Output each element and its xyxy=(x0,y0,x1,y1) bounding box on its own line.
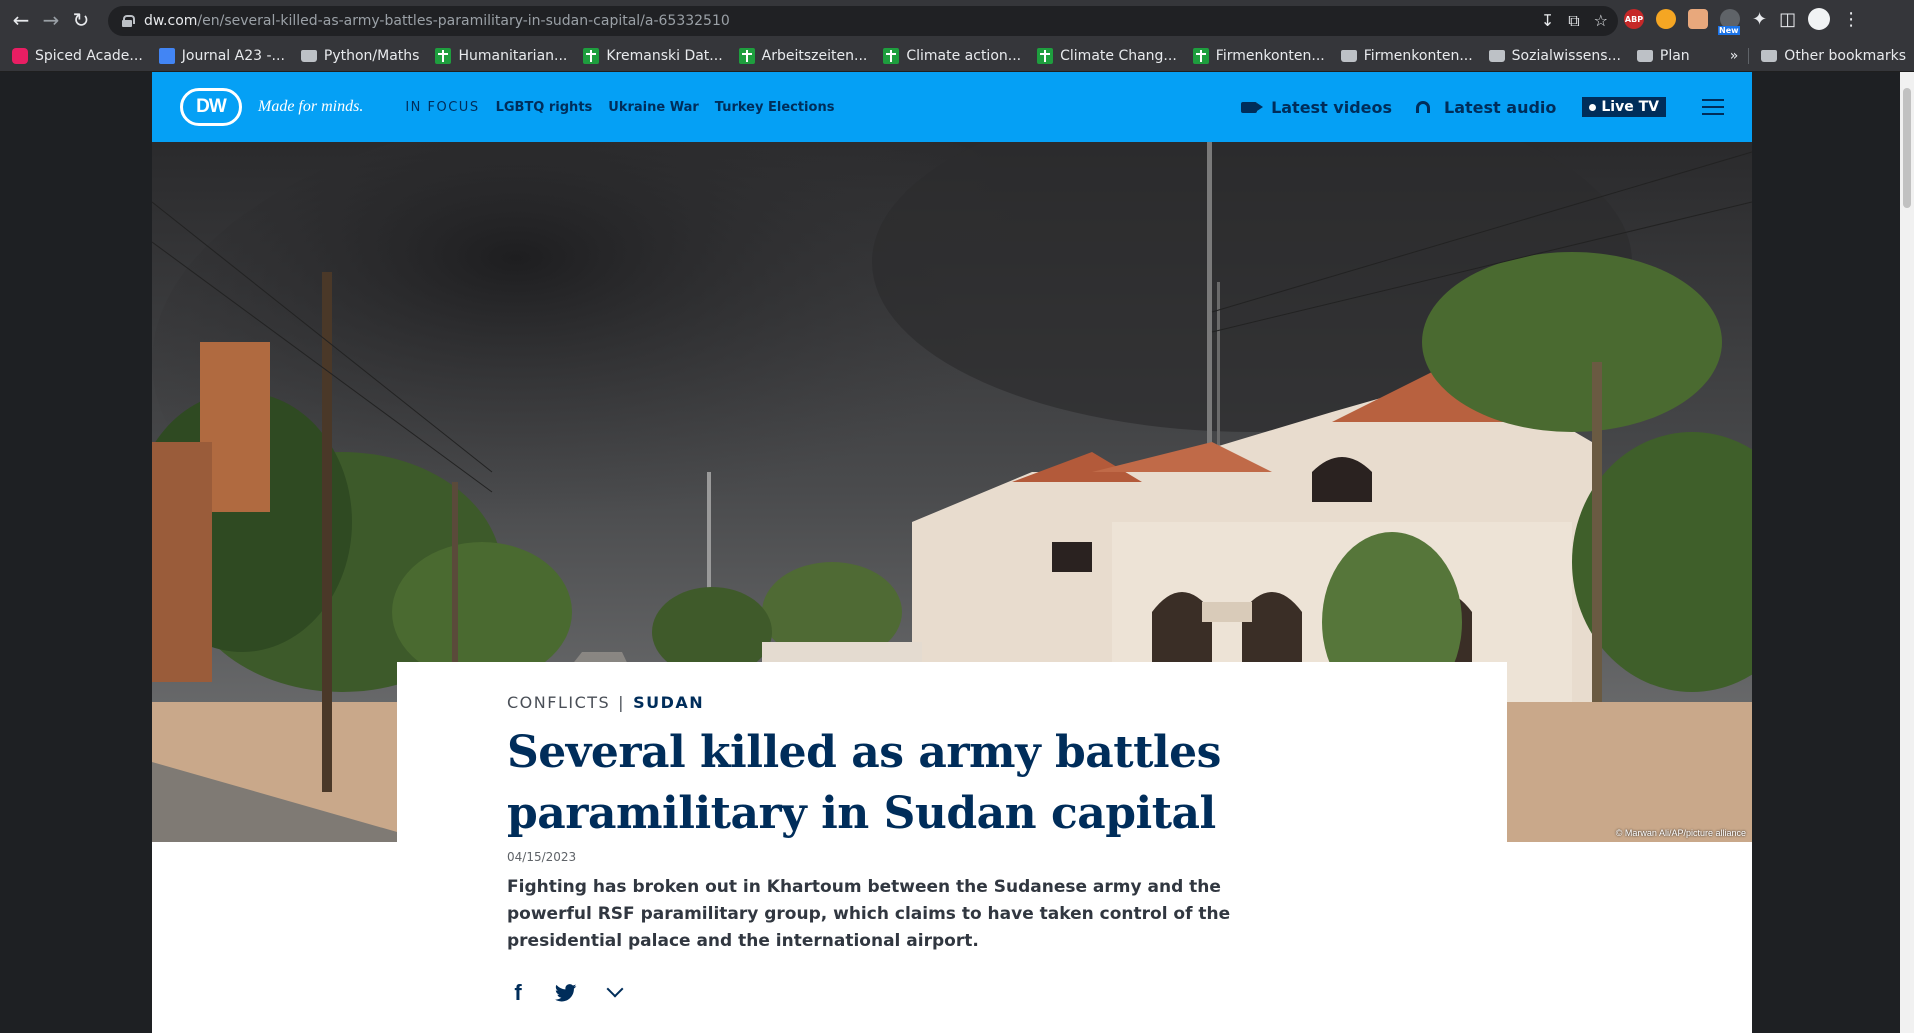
sheets-icon xyxy=(1037,47,1054,64)
cookie-extension-icon[interactable] xyxy=(1656,9,1676,29)
site-header: DW Made for minds. IN FOCUS LGBTQ rights… xyxy=(152,72,1752,142)
live-tv-button[interactable]: Live TV xyxy=(1582,97,1666,117)
more-bookmarks-chevron-icon[interactable]: » xyxy=(1730,48,1739,64)
folder-icon xyxy=(300,49,317,62)
photo-credit: © Marwan Ali/AP/picture alliance xyxy=(1615,828,1746,838)
kicker-separator: | xyxy=(618,693,626,712)
article-kicker: CONFLICTS | SUDAN xyxy=(507,693,704,712)
more-menu-icon[interactable]: ⋮ xyxy=(1842,9,1860,30)
bookmark-item[interactable]: Climate Chang... xyxy=(1037,47,1177,64)
tagline: Made for minds. xyxy=(258,98,364,115)
share-bar: f xyxy=(507,980,624,1006)
extension-new-icon[interactable]: New xyxy=(1718,9,1740,35)
page-viewport: DW Made for minds. IN FOCUS LGBTQ rights… xyxy=(0,72,1914,1033)
folder-icon xyxy=(1636,49,1653,62)
bookmark-item[interactable]: Spiced Acade... xyxy=(12,47,143,64)
bookmarks-bar: Spiced Acade... Journal A23 -... Python/… xyxy=(0,40,1914,72)
forward-arrow-icon[interactable]: → xyxy=(36,5,66,35)
dw-page: DW Made for minds. IN FOCUS LGBTQ rights… xyxy=(152,72,1752,1033)
article-header: CONFLICTS | SUDAN Several killed as army b… xyxy=(397,662,1507,1033)
folder-icon xyxy=(1761,49,1778,62)
publish-date: 04/15/2023 xyxy=(507,850,577,864)
bookmark-item[interactable]: Climate action... xyxy=(883,47,1021,64)
url-path: /en/several-killed-as-army-battles-param… xyxy=(197,13,730,29)
lock-icon xyxy=(122,15,135,27)
folder-icon xyxy=(1488,49,1505,62)
scroll-thumb[interactable] xyxy=(1903,88,1911,208)
tag-label[interactable]: SUDAN xyxy=(633,693,704,712)
puzzle-extensions-icon[interactable]: ✦ xyxy=(1752,9,1767,30)
headphones-icon xyxy=(1416,101,1431,113)
sheets-icon xyxy=(435,47,452,64)
bookmark-folder[interactable]: Sozialwissens... xyxy=(1488,48,1621,64)
more-share-chevron-icon[interactable] xyxy=(606,980,624,998)
bookmark-item[interactable]: Arbeitszeiten... xyxy=(738,47,867,64)
bookmark-item[interactable]: Humanitarian... xyxy=(435,47,567,64)
facebook-share-icon[interactable]: f xyxy=(507,980,529,1006)
in-focus-label: IN FOCUS xyxy=(405,99,480,115)
article-headline: Several killed as army battles paramilit… xyxy=(507,727,1221,839)
latest-videos-link[interactable]: Latest videos xyxy=(1241,98,1392,117)
adblock-extension-icon[interactable]: ABP xyxy=(1624,9,1644,29)
bookmark-folder[interactable]: Firmenkonten... xyxy=(1340,48,1473,64)
sheets-icon xyxy=(1192,47,1209,64)
video-camera-icon xyxy=(1241,101,1264,113)
bookmark-star-icon[interactable]: ☆ xyxy=(1594,11,1608,31)
dw-logo[interactable]: DW xyxy=(180,88,242,126)
back-arrow-icon[interactable]: ← xyxy=(6,5,36,35)
page-scrollbar[interactable] xyxy=(1900,72,1914,1033)
focus-link-ukraine[interactable]: Ukraine War xyxy=(608,100,699,115)
sheets-icon xyxy=(738,47,755,64)
focus-link-turkey[interactable]: Turkey Elections xyxy=(715,100,835,115)
share-icon[interactable]: ⧉ xyxy=(1568,11,1579,31)
category-label[interactable]: CONFLICTS xyxy=(507,693,610,712)
url-host: dw.com xyxy=(144,13,198,29)
side-panel-icon[interactable]: ◫ xyxy=(1779,9,1796,30)
bookmark-folder[interactable]: Plan xyxy=(1636,48,1690,64)
profile-avatar[interactable] xyxy=(1808,8,1831,30)
folder-icon xyxy=(1340,49,1357,62)
bookmark-favicon-icon xyxy=(12,47,28,64)
install-icon[interactable]: ↧ xyxy=(1541,11,1554,31)
sheets-icon xyxy=(883,47,900,64)
browser-toolbar: ← → ↻ dw.com/en/several-killed-as-army-b… xyxy=(0,0,1914,40)
live-dot-icon xyxy=(1589,103,1597,111)
address-bar[interactable]: dw.com/en/several-killed-as-army-battles… xyxy=(108,6,1618,36)
latest-audio-link[interactable]: Latest audio xyxy=(1416,98,1556,117)
bookmark-folder[interactable]: Python/Maths xyxy=(300,48,419,64)
bookmark-item[interactable]: Firmenkonten... xyxy=(1192,47,1325,64)
article-teaser: Fighting has broken out in Khartoum betw… xyxy=(507,877,1231,951)
extension-icon[interactable] xyxy=(1688,9,1708,29)
twitter-share-icon[interactable] xyxy=(555,984,577,1002)
focus-link-lgbtq[interactable]: LGBTQ rights xyxy=(496,100,593,115)
reload-icon[interactable]: ↻ xyxy=(66,5,96,35)
other-bookmarks[interactable]: Other bookmarks xyxy=(1748,47,1906,64)
docs-icon xyxy=(158,47,175,64)
bookmark-item[interactable]: Journal A23 -... xyxy=(158,47,285,64)
sheets-icon xyxy=(583,47,600,64)
hamburger-menu-icon[interactable] xyxy=(1702,99,1724,115)
bookmark-item[interactable]: Kremanski Dat... xyxy=(583,47,723,64)
